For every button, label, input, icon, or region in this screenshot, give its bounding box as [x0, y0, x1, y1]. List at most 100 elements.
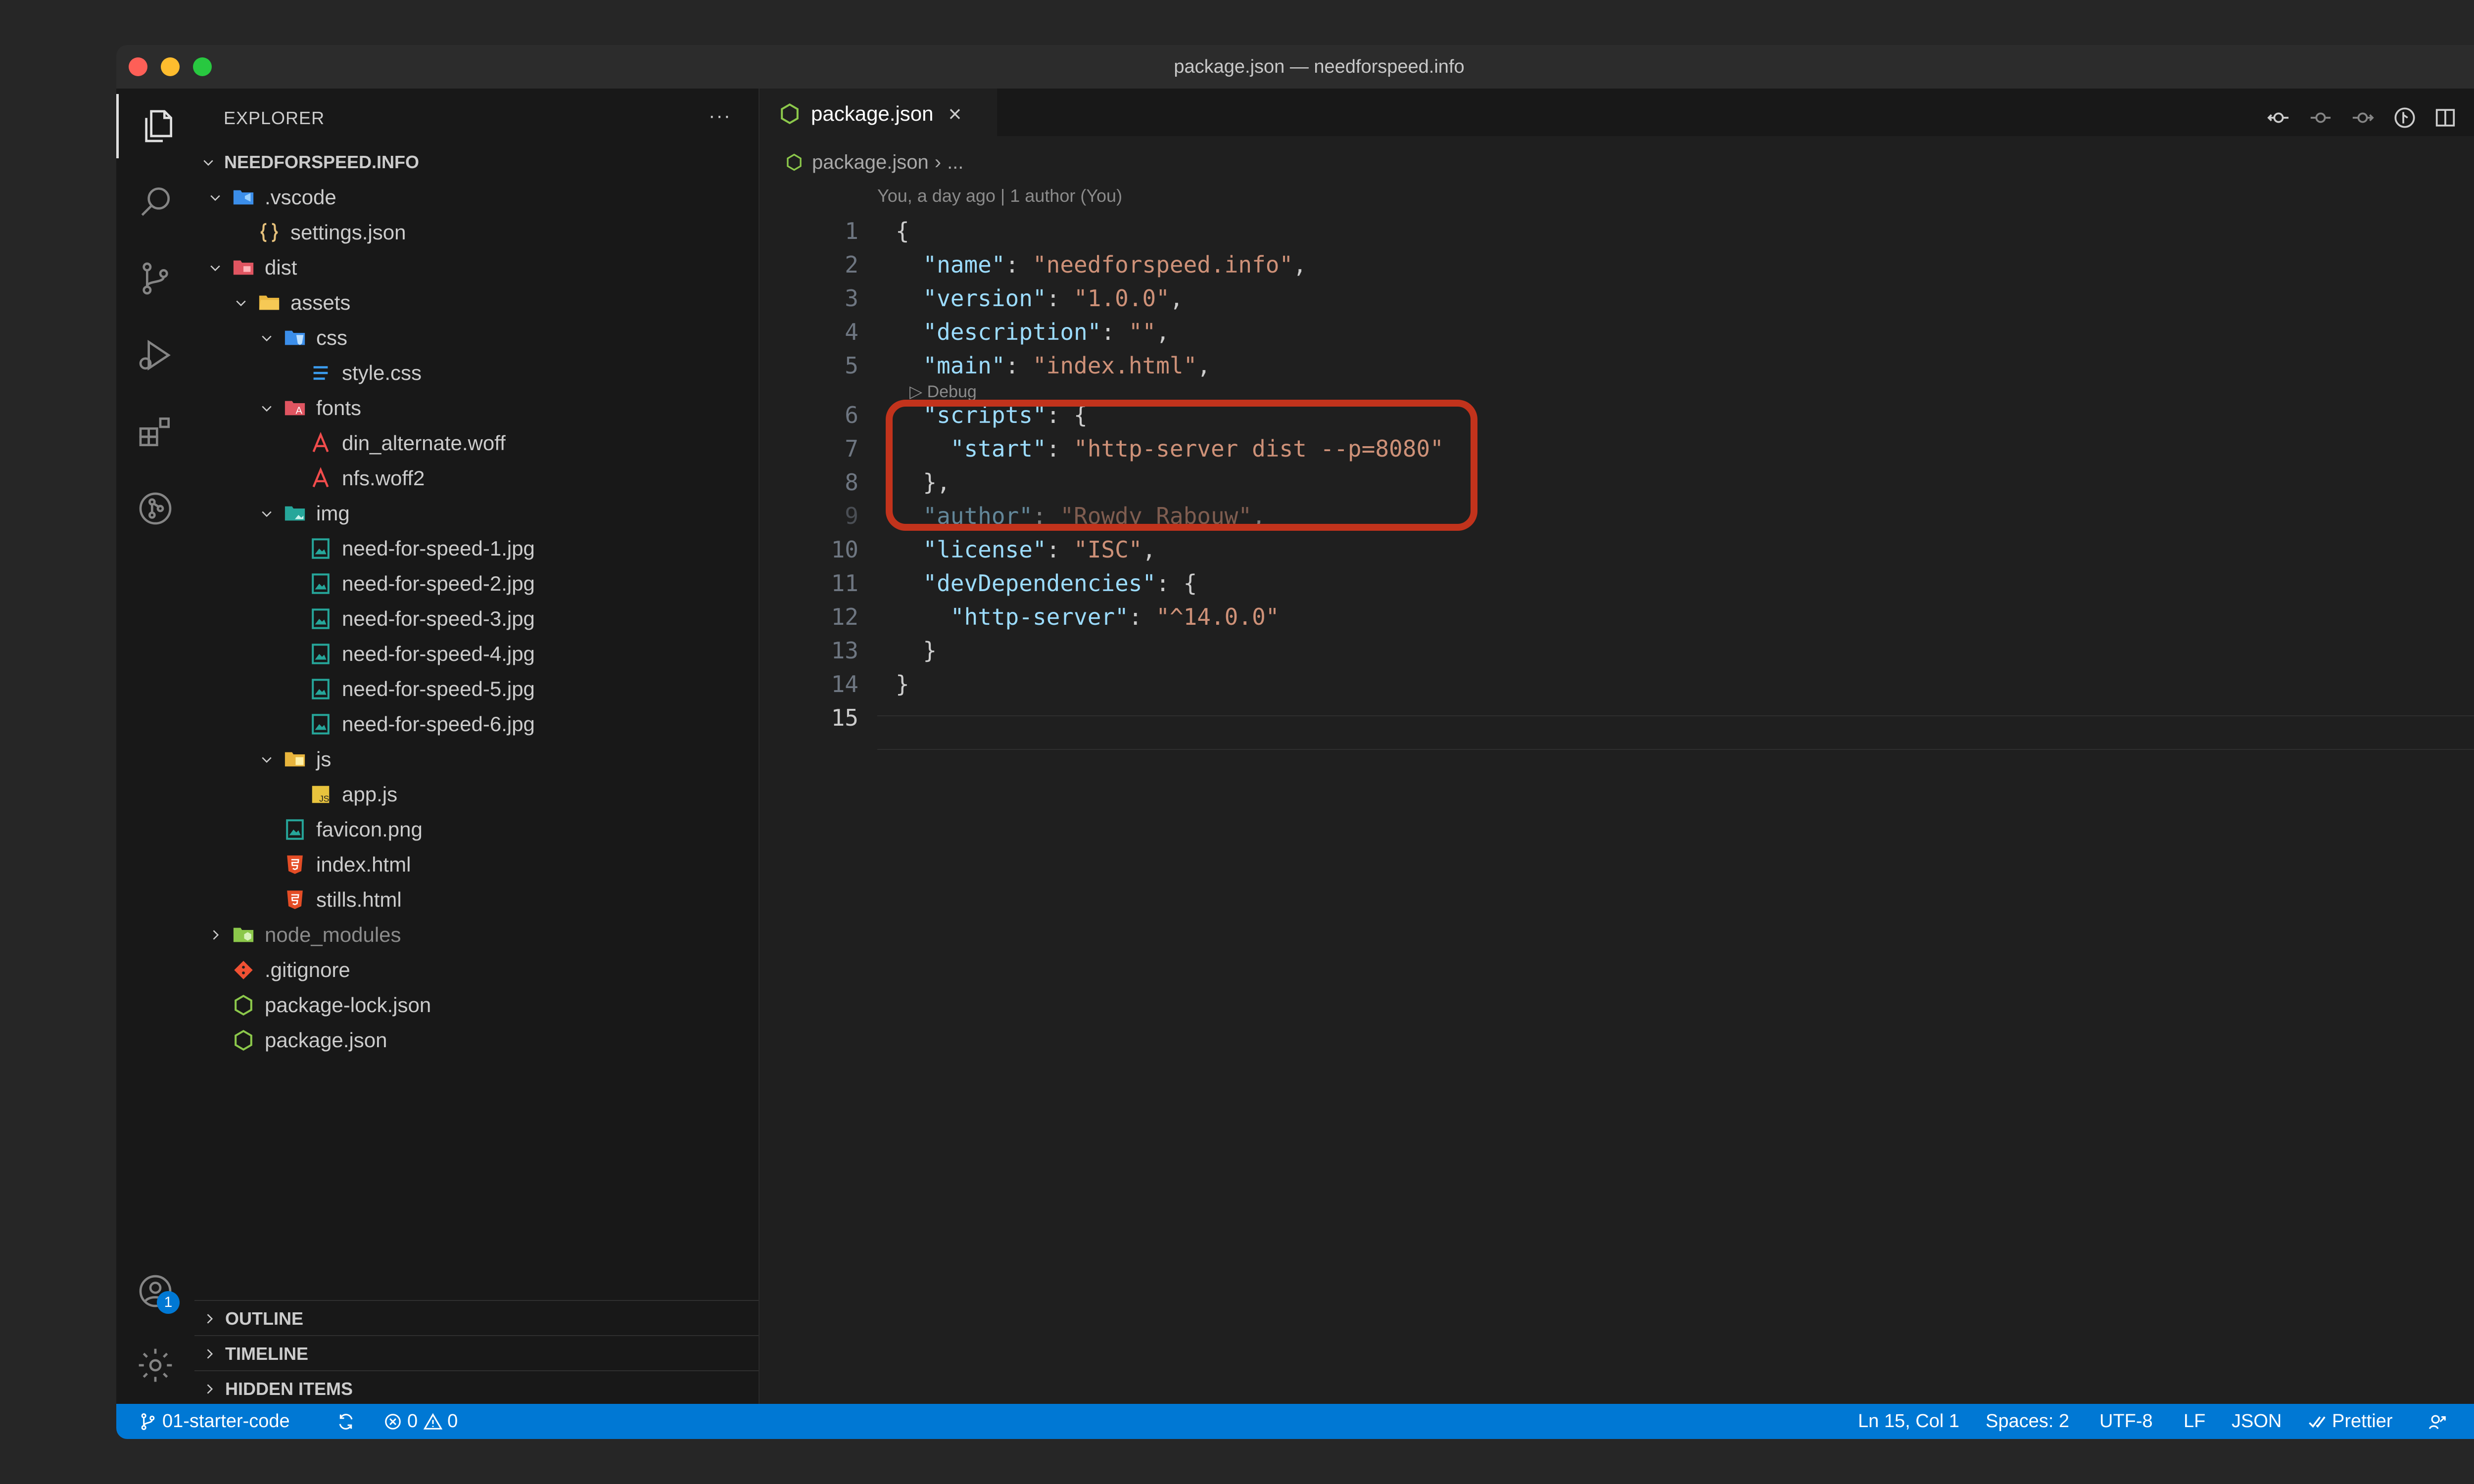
sync-status-item[interactable]	[336, 1404, 360, 1439]
tree-item-label: need-for-speed-5.jpg	[342, 677, 535, 700]
tree-file-item[interactable]: need-for-speed-3.jpg	[194, 601, 848, 636]
tree-file-item[interactable]: settings.json	[194, 215, 796, 250]
code-content: "name": "needforspeed.info",	[896, 251, 1307, 278]
tree-item-label: need-for-speed-1.jpg	[342, 536, 535, 560]
git-next-change-icon[interactable]	[2348, 103, 2378, 133]
git-previous-change-icon[interactable]	[2264, 103, 2293, 133]
tree-item-label: .vscode	[265, 185, 336, 209]
image-file-icon	[308, 642, 333, 666]
explorer-root-folder[interactable]: NEEDFORSPEED.INFO	[194, 144, 763, 180]
node-file-icon	[231, 1028, 256, 1053]
accounts-icon[interactable]	[116, 1259, 194, 1323]
line-number: 15	[831, 704, 858, 731]
split-editor-icon[interactable]	[2430, 103, 2460, 133]
json-punctuation: : {	[1156, 570, 1197, 597]
settings-gear-icon[interactable]	[116, 1333, 194, 1397]
source-control-icon[interactable]	[116, 246, 194, 311]
git-branch-icon	[141, 1413, 155, 1430]
json-string: "1.0.0"	[1074, 285, 1170, 312]
debug-codelens[interactable]: ▷ Debug	[909, 382, 977, 402]
code-line[interactable]: 3 "version": "1.0.0",	[760, 281, 2368, 315]
code-line[interactable]: 4 "description": "",	[760, 315, 2368, 349]
branch-status-item[interactable]: 01-starter-code	[139, 1404, 290, 1439]
cursor-position-status[interactable]: Ln 15, Col 1	[1858, 1404, 1959, 1439]
tree-folder-item[interactable]: css	[194, 320, 822, 355]
codelens-blame[interactable]: You, a day ago | 1 author (You)	[877, 186, 1122, 206]
chevron-down-icon	[206, 188, 224, 206]
run-debug-icon[interactable]	[116, 323, 194, 387]
language-mode-status[interactable]: JSON	[2232, 1404, 2282, 1439]
tree-folder-item[interactable]: dist	[194, 250, 770, 285]
json-punctuation: ,	[1169, 285, 1184, 312]
explorer-more-actions-button[interactable]: ···	[709, 105, 731, 127]
code-line[interactable]: 13 }	[760, 634, 2368, 667]
git-graph-icon[interactable]	[2390, 103, 2420, 133]
live-share-status-item[interactable]	[2428, 1404, 2452, 1439]
tree-folder-item[interactable]: .vscode	[194, 180, 770, 215]
encoding-status[interactable]: UTF-8	[2099, 1404, 2153, 1439]
tree-file-item[interactable]: package.json	[194, 1022, 770, 1058]
code-line[interactable]: 2 "name": "needforspeed.info",	[760, 248, 2368, 281]
extensions-icon[interactable]	[116, 400, 194, 464]
outline-panel-header[interactable]: OUTLINE	[194, 1300, 759, 1336]
prettier-status-item[interactable]: Prettier	[2308, 1404, 2392, 1439]
breadcrumb-file[interactable]: package.json	[812, 151, 929, 174]
tree-folder-item[interactable]: assets	[194, 285, 796, 320]
tab-package-json[interactable]: package.json ×	[760, 89, 997, 138]
eol-status[interactable]: LF	[2184, 1404, 2205, 1439]
tree-file-item[interactable]: package-lock.json	[194, 987, 770, 1022]
error-count: 0	[407, 1411, 418, 1432]
accounts-badge: 1	[157, 1291, 180, 1314]
tree-file-item[interactable]: style.css	[194, 355, 848, 390]
code-line[interactable]: 11 "devDependencies": {	[760, 566, 2368, 600]
line-number: 1	[845, 218, 858, 244]
breadcrumb: package.json › ...	[784, 147, 963, 177]
code-line[interactable]: 12 "http-server": "^14.0.0"	[760, 600, 2368, 634]
tree-file-item[interactable]: .gitignore	[194, 952, 770, 987]
git-commit-icon[interactable]	[2306, 103, 2335, 133]
tree-file-item[interactable]: need-for-speed-1.jpg	[194, 531, 848, 566]
tree-file-item[interactable]: din_alternate.woff	[194, 425, 848, 461]
git-graph-icon[interactable]	[116, 476, 194, 541]
tree-file-item[interactable]: index.html	[194, 847, 822, 882]
scripts-annotation-box	[886, 400, 1477, 531]
tree-folder-item[interactable]: img	[194, 496, 822, 531]
tree-folder-item[interactable]: js	[194, 742, 822, 777]
chevron-down-icon	[258, 329, 276, 347]
explorer-activity-icon[interactable]	[116, 94, 197, 158]
code-line[interactable]: 14}	[760, 667, 2368, 701]
tree-file-item[interactable]: JS app.js	[194, 777, 848, 812]
json-punctuation: ,	[1293, 251, 1307, 278]
code-line[interactable]: 5 "main": "index.html",	[760, 349, 2368, 382]
tree-item-label: favicon.png	[316, 817, 423, 841]
tree-file-item[interactable]: nfs.woff2	[194, 461, 848, 496]
close-tab-button[interactable]: ×	[949, 100, 962, 127]
indentation-status[interactable]: Spaces: 2	[1986, 1404, 2069, 1439]
html-file-icon	[283, 887, 307, 912]
tree-file-item[interactable]: need-for-speed-6.jpg	[194, 706, 848, 742]
node-file-icon	[231, 993, 256, 1018]
font-file-icon	[308, 466, 333, 491]
code-line[interactable]: 15	[760, 701, 2368, 735]
tree-file-item[interactable]: favicon.png	[194, 812, 822, 847]
json-string: "needforspeed.info"	[1032, 251, 1293, 278]
node-file-icon	[784, 152, 804, 172]
tree-file-item[interactable]: stills.html	[194, 882, 822, 917]
tree-folder-item[interactable]: node_modules	[194, 917, 770, 952]
dist-folder-icon	[231, 255, 256, 280]
code-line[interactable]: 10 "license": "ISC",	[760, 533, 2368, 566]
more-actions-icon[interactable]	[2472, 103, 2474, 133]
breadcrumb-separator: ›	[934, 151, 942, 173]
timeline-panel-header[interactable]: TIMELINE	[194, 1335, 759, 1371]
code-line[interactable]: 1{	[760, 214, 2368, 248]
tree-folder-item[interactable]: Afonts	[194, 390, 822, 425]
problems-status-item[interactable]: 0 0	[383, 1404, 458, 1439]
tree-item-label: need-for-speed-2.jpg	[342, 571, 535, 595]
breadcrumb-more[interactable]: ...	[947, 151, 963, 174]
tree-file-item[interactable]: need-for-speed-4.jpg	[194, 636, 848, 671]
search-icon[interactable]	[116, 170, 194, 234]
tree-file-item[interactable]: need-for-speed-2.jpg	[194, 566, 848, 601]
tree-file-item[interactable]: need-for-speed-5.jpg	[194, 671, 848, 706]
hidden-items-panel-header[interactable]: HIDDEN ITEMS	[194, 1370, 759, 1406]
